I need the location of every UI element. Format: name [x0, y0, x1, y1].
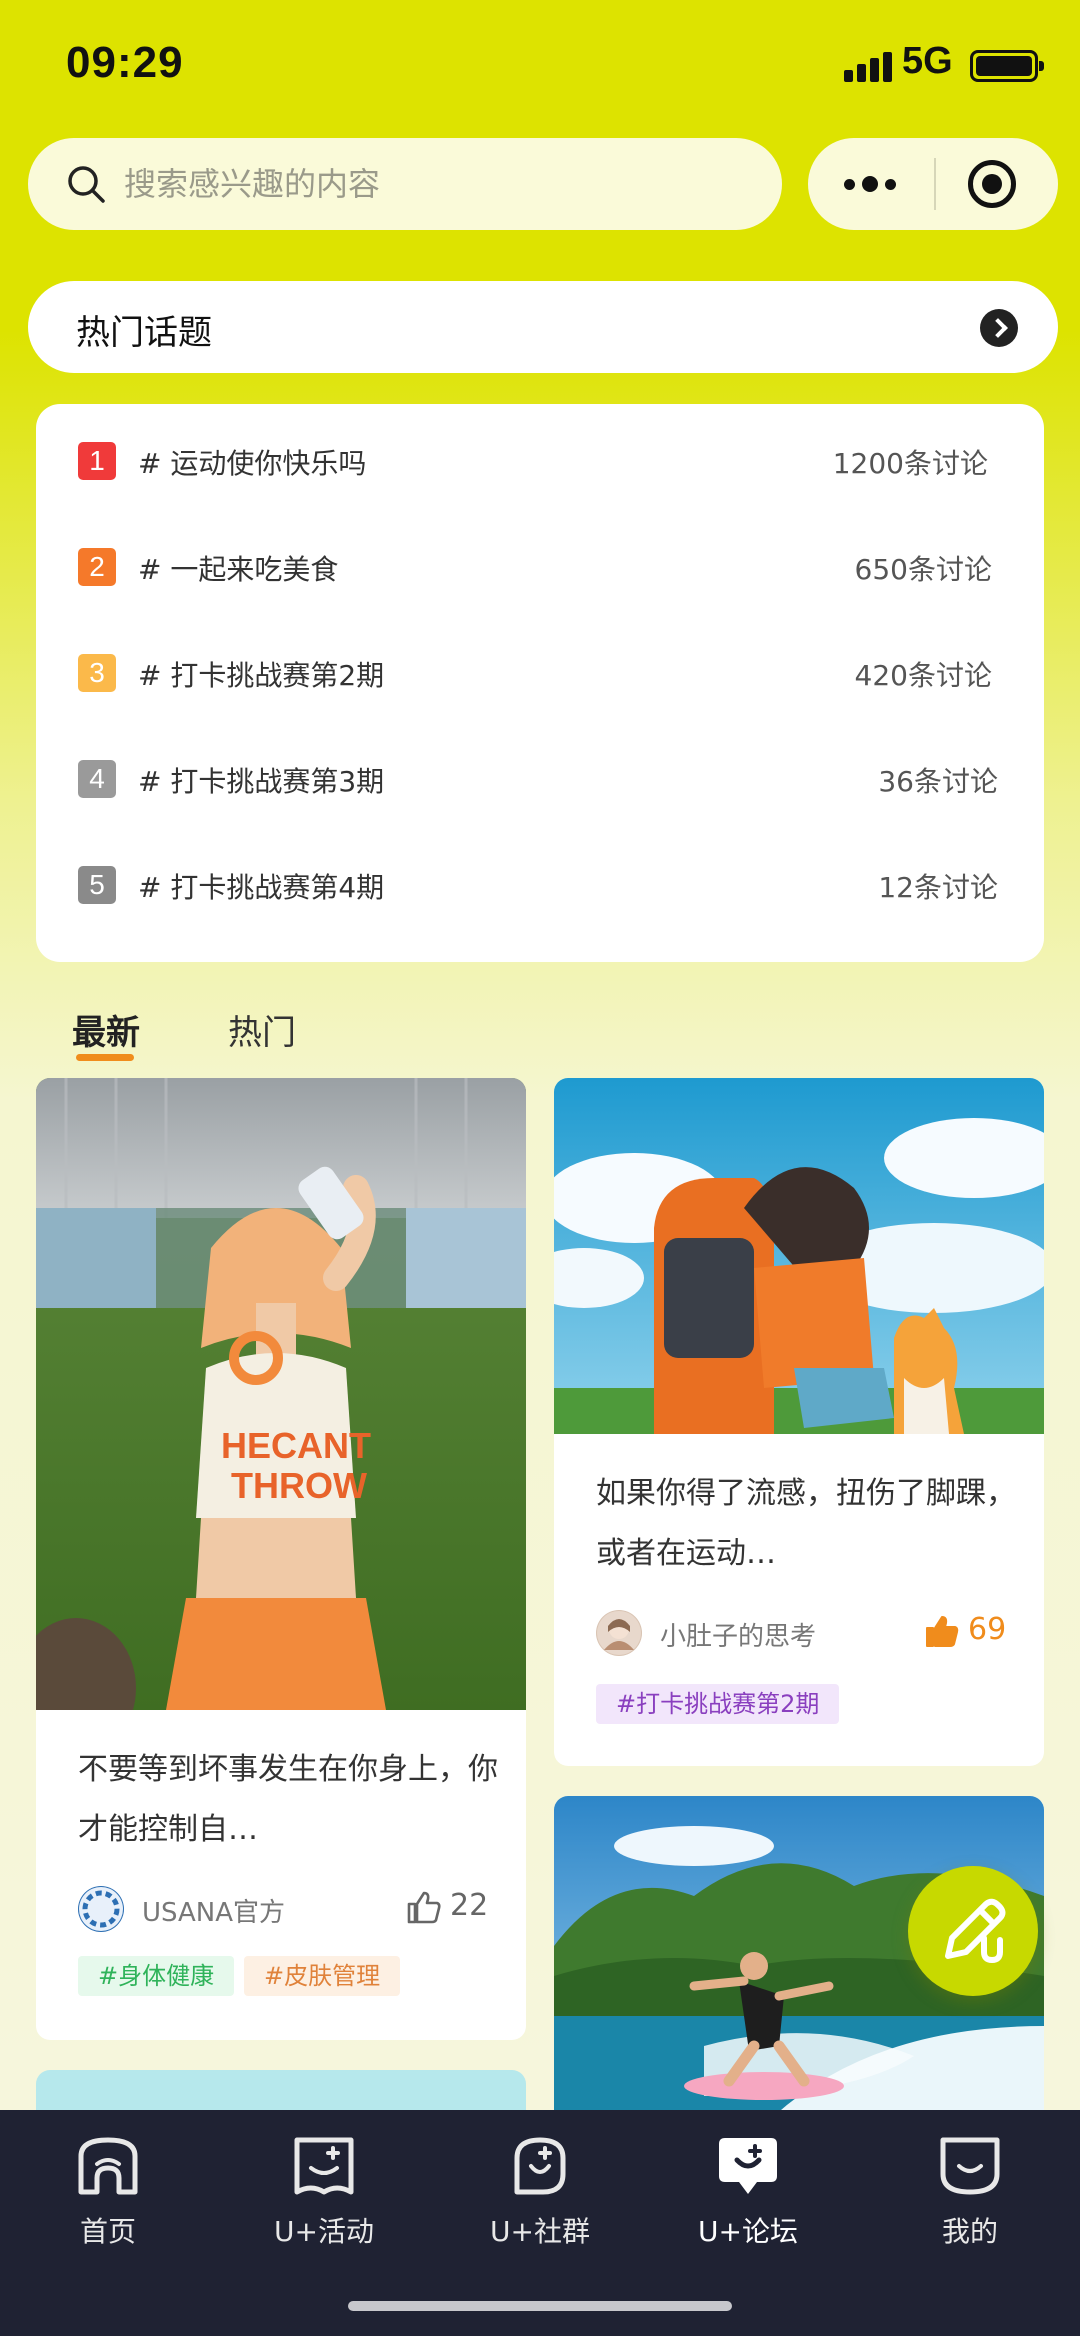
- tab-label: U+论坛: [698, 2215, 798, 2248]
- tab-label: U+社群: [490, 2215, 590, 2248]
- topic-item[interactable]: 4 # 打卡挑战赛第3期 36条讨论: [36, 724, 1044, 830]
- tab-profile[interactable]: 我的: [880, 2134, 1060, 2250]
- topic-count: 1200条讨论: [832, 447, 988, 480]
- more-dot-icon: [844, 178, 855, 190]
- activity-icon: [294, 2137, 354, 2195]
- tab-community[interactable]: U+社群: [450, 2134, 630, 2250]
- compose-post-button[interactable]: [908, 1866, 1038, 1996]
- topic-count: 36条讨论: [878, 765, 998, 798]
- search-input[interactable]: [124, 138, 744, 230]
- miniprogram-capsule: [808, 138, 1058, 230]
- svg-text:THROW: THROW: [231, 1465, 367, 1506]
- status-time: 09:29: [66, 38, 184, 87]
- topic-name: # 一起来吃美食: [138, 553, 339, 586]
- close-miniprogram-button[interactable]: [968, 160, 1016, 208]
- rank-badge: 2: [78, 548, 116, 586]
- hot-topics-list: 1 # 运动使你快乐吗 1200条讨论 2 # 一起来吃美食 650条讨论 3 …: [36, 404, 1044, 962]
- post-tag[interactable]: #打卡挑战赛第2期: [596, 1684, 840, 1724]
- rank-badge: 3: [78, 654, 116, 692]
- tab-latest[interactable]: 最新: [72, 1005, 140, 1054]
- topic-name: # 打卡挑战赛第2期: [138, 659, 385, 692]
- like-count: 22: [450, 1888, 489, 1923]
- tab-home[interactable]: 首页: [18, 2134, 198, 2250]
- topic-item[interactable]: 2 # 一起来吃美食 650条讨论: [36, 512, 1044, 618]
- battery-icon: [970, 50, 1044, 82]
- author-avatar[interactable]: [596, 1610, 642, 1656]
- search-icon: [68, 166, 105, 203]
- post-card[interactable]: HECANT THROW 不要等到坏事发生在你身上，你才能控制自… USANA官…: [36, 1078, 526, 2040]
- post-image: HECANT THROW: [36, 1078, 526, 1710]
- hot-topics-header[interactable]: 热门话题: [28, 281, 1058, 373]
- topic-item[interactable]: 1 # 运动使你快乐吗 1200条讨论: [36, 406, 1044, 512]
- pencil-icon: [945, 1898, 1006, 1964]
- post-text: 如果你得了流感，扭伤了脚踝，或者在运动…: [596, 1476, 1016, 1571]
- home-icon: [78, 2137, 138, 2195]
- more-dot-icon: [862, 176, 878, 192]
- rank-badge: 1: [78, 442, 116, 480]
- forum-icon: [719, 2138, 777, 2194]
- topic-name: # 打卡挑战赛第4期: [138, 871, 385, 904]
- rank-badge: 5: [78, 866, 116, 904]
- post-tag[interactable]: #皮肤管理: [244, 1956, 401, 1996]
- tab-forum[interactable]: U+论坛: [658, 2134, 838, 2250]
- topic-item[interactable]: 5 # 打卡挑战赛第4期 12条讨论: [36, 830, 1044, 936]
- rank-badge: 4: [78, 760, 116, 798]
- post-tag[interactable]: #身体健康: [78, 1956, 235, 1996]
- svg-text:HECANT: HECANT: [221, 1425, 371, 1466]
- tab-label: U+活动: [274, 2215, 374, 2248]
- tab-hot[interactable]: 热门: [228, 1005, 296, 1054]
- topic-count: 420条讨论: [854, 659, 992, 692]
- post-text: 不要等到坏事发生在你身上，你才能控制自…: [78, 1752, 498, 1847]
- thumbs-up-icon[interactable]: [406, 1890, 442, 1924]
- topic-count: 12条讨论: [878, 871, 998, 904]
- tab-label: 首页: [79, 2215, 136, 2248]
- author-name[interactable]: USANA官方: [142, 1892, 285, 1929]
- signal-icon: [844, 48, 894, 82]
- author-name[interactable]: 小肚子的思考: [660, 1616, 816, 1653]
- tab-label: 我的: [941, 2215, 998, 2248]
- topic-count: 650条讨论: [854, 553, 992, 586]
- search-bar[interactable]: [28, 138, 782, 230]
- more-button[interactable]: [808, 138, 932, 230]
- profile-icon: [940, 2137, 1000, 2195]
- topic-item[interactable]: 3 # 打卡挑战赛第2期 420条讨论: [36, 618, 1044, 724]
- thumbs-up-icon[interactable]: [924, 1614, 960, 1648]
- network-type: 5G: [902, 40, 953, 82]
- capsule-divider: [934, 158, 936, 210]
- tab-activity[interactable]: U+活动: [234, 2134, 414, 2250]
- post-image: [554, 1078, 1044, 1434]
- chevron-right-icon[interactable]: [980, 309, 1018, 347]
- community-icon: [514, 2137, 566, 2195]
- tab-active-indicator: [76, 1054, 134, 1061]
- topic-name: # 打卡挑战赛第3期: [138, 765, 385, 798]
- author-avatar[interactable]: [78, 1886, 124, 1932]
- hot-topics-title: 热门话题: [76, 313, 212, 353]
- post-card[interactable]: 如果你得了流感，扭伤了脚踝，或者在运动… 小肚子的思考 69 #打卡挑战赛第2期: [554, 1078, 1044, 1766]
- status-bar: 09:29 5G: [0, 0, 1080, 130]
- like-count: 69: [968, 1612, 1007, 1647]
- more-dot-icon: [885, 178, 896, 190]
- home-indicator[interactable]: [348, 2301, 732, 2311]
- topic-name: # 运动使你快乐吗: [138, 447, 367, 480]
